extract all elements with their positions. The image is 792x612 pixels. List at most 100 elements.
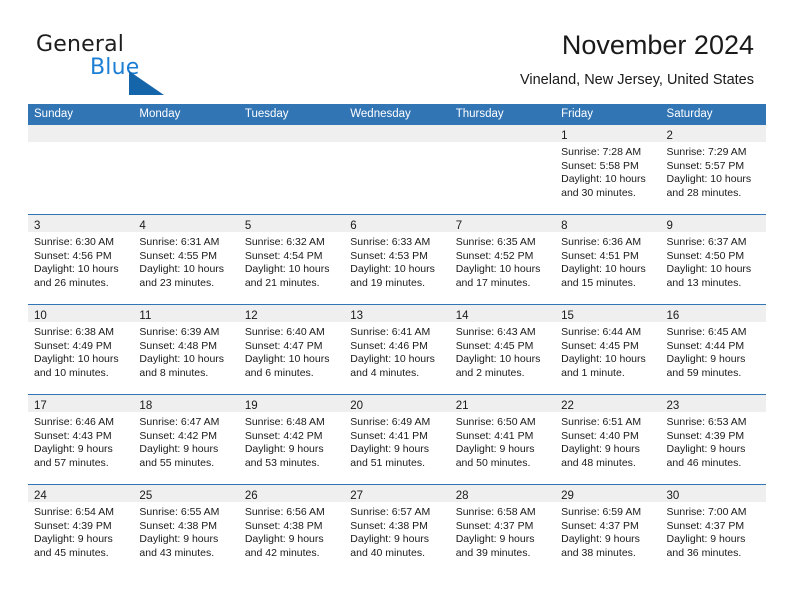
daylight-text-line1: Daylight: 10 hours: [350, 263, 435, 276]
daylight-text-line1: Daylight: 10 hours: [350, 353, 435, 366]
day-number-band: 6: [344, 215, 450, 232]
sunrise-text: Sunrise: 6:55 AM: [139, 506, 220, 518]
day-cell-15[interactable]: 15 Sunrise: 6:44 AM Sunset: 4:45 PM Dayligh…: [555, 305, 661, 394]
daylight-text-line2: and 45 minutes.: [34, 546, 109, 559]
daylight-text-line1: Daylight: 10 hours: [244, 263, 330, 276]
daylight-text-line2: and 4 minutes.: [350, 366, 420, 379]
day-cell-2[interactable]: 2 Sunrise: 7:29 AM Sunset: 5:57 PM Daylight…: [660, 125, 766, 214]
daylight-text-line1: Daylight: 9 hours: [455, 443, 535, 456]
day-cell-17[interactable]: 17 Sunrise: 6:46 AM Sunset: 4:43 PM Dayligh…: [28, 395, 134, 484]
day-cell-1[interactable]: 1 Sunrise: 7:28 AM Sunset: 5:58 PM Daylight…: [555, 125, 661, 214]
daylight-text-line1: Daylight: 10 hours: [455, 263, 541, 276]
sunrise-text: Sunrise: 6:30 AM: [34, 236, 114, 248]
day-cell-20[interactable]: 20 Sunrise: 6:49 AM Sunset: 4:41 PM Dayligh…: [344, 395, 450, 484]
day-cell-18[interactable]: 18 Sunrise: 6:47 AM Sunset: 4:42 PM Dayligh…: [133, 395, 239, 484]
day-cell-25[interactable]: 25 Sunrise: 6:55 AM Sunset: 4:38 PM Dayligh…: [133, 485, 239, 575]
day-cell-9[interactable]: 9 Sunrise: 6:37 AM Sunset: 4:50 PM Daylight…: [660, 215, 766, 304]
day-cell-empty: [449, 125, 556, 214]
day-cell-6[interactable]: 6 Sunrise: 6:33 AM Sunset: 4:53 PM Daylight…: [344, 215, 450, 304]
day-cell-29[interactable]: 29 Sunrise: 6:59 AM Sunset: 4:37 PM Dayligh…: [555, 485, 661, 575]
sunset-text: Sunset: 4:53 PM: [350, 249, 428, 262]
day-sun-info: Sunrise: 6:33 AM Sunset: 4:53 PM Daylight:…: [344, 232, 449, 290]
day-cell-13[interactable]: 13 Sunrise: 6:41 AM Sunset: 4:46 PM Dayligh…: [344, 305, 450, 394]
page-header: General Blue November 2024 Vineland, New…: [0, 0, 792, 100]
day-sun-info: Sunrise: 6:40 AM Sunset: 4:47 PM Daylight:…: [239, 322, 344, 380]
day-cell-5[interactable]: 5 Sunrise: 6:32 AM Sunset: 4:54 PM Daylight…: [238, 215, 345, 304]
day-sun-info: Sunrise: 6:44 AM Sunset: 4:45 PM Daylight:…: [555, 322, 660, 380]
sunrise-text: Sunrise: 6:33 AM: [350, 236, 431, 248]
day-cell-16[interactable]: 16 Sunrise: 6:45 AM Sunset: 4:44 PM Dayligh…: [660, 305, 766, 394]
day-cell-19[interactable]: 19 Sunrise: 6:48 AM Sunset: 4:42 PM Dayligh…: [238, 395, 345, 484]
general-blue-logo[interactable]: General Blue: [36, 32, 246, 95]
day-cell-27[interactable]: 27 Sunrise: 6:57 AM Sunset: 4:38 PM Dayligh…: [344, 485, 450, 575]
sunrise-text: Sunrise: 6:48 AM: [244, 416, 325, 428]
daylight-text-line2: and 1 minute.: [561, 366, 625, 379]
day-cell-21[interactable]: 21 Sunrise: 6:50 AM Sunset: 4:41 PM Dayligh…: [449, 395, 556, 484]
day-sun-info: Sunrise: 6:36 AM Sunset: 4:51 PM Daylight:…: [555, 232, 660, 290]
sunset-text: Sunset: 4:37 PM: [666, 519, 745, 532]
daylight-text-line2: and 15 minutes.: [561, 276, 636, 289]
daylight-text-line2: and 30 minutes.: [561, 186, 636, 199]
daylight-text-line1: Daylight: 9 hours: [666, 533, 746, 546]
sunset-text: Sunset: 4:38 PM: [244, 519, 323, 532]
daylight-text-line2: and 17 minutes.: [455, 276, 531, 289]
day-cell-7[interactable]: 7 Sunrise: 6:35 AM Sunset: 4:52 PM Daylight…: [449, 215, 556, 304]
day-sun-info: Sunrise: 6:46 AM Sunset: 4:43 PM Daylight:…: [28, 412, 133, 470]
day-cell-11[interactable]: 11 Sunrise: 6:39 AM Sunset: 4:48 PM Dayligh…: [133, 305, 239, 394]
day-number-band: 24: [28, 485, 134, 502]
daylight-text-line1: Daylight: 9 hours: [561, 443, 640, 456]
sunrise-text: Sunrise: 6:56 AM: [244, 506, 325, 518]
sunrise-text: Sunrise: 6:40 AM: [244, 326, 325, 338]
day-number-band: 19: [238, 395, 345, 412]
day-number-band: 16: [660, 305, 766, 322]
day-cell-8[interactable]: 8 Sunrise: 6:36 AM Sunset: 4:51 PM Daylight…: [555, 215, 661, 304]
day-sun-info: Sunrise: 7:00 AM Sunset: 4:37 PM Daylight:…: [661, 502, 766, 560]
weekday-header-tuesday: Tuesday: [244, 108, 289, 120]
daylight-text-line1: Daylight: 9 hours: [34, 443, 113, 456]
sunrise-text: Sunrise: 6:47 AM: [139, 416, 220, 428]
day-cell-23[interactable]: 23 Sunrise: 6:53 AM Sunset: 4:39 PM Dayligh…: [660, 395, 766, 484]
sunset-text: Sunset: 4:41 PM: [350, 429, 428, 442]
daylight-text-line2: and 19 minutes.: [350, 276, 425, 289]
day-cell-26[interactable]: 26 Sunrise: 6:56 AM Sunset: 4:38 PM Dayligh…: [238, 485, 345, 575]
day-number-band: 26: [238, 485, 345, 502]
day-number-band: [133, 125, 239, 142]
day-cell-24[interactable]: 24 Sunrise: 6:54 AM Sunset: 4:39 PM Dayligh…: [28, 485, 134, 575]
daylight-text-line1: Daylight: 9 hours: [244, 443, 324, 456]
day-sun-info: Sunrise: 6:41 AM Sunset: 4:46 PM Daylight:…: [344, 322, 449, 380]
day-number: 2: [666, 130, 673, 142]
day-cell-14[interactable]: 14 Sunrise: 6:43 AM Sunset: 4:45 PM Dayligh…: [449, 305, 556, 394]
sunset-text: Sunset: 5:57 PM: [666, 159, 745, 172]
daylight-text-line2: and 38 minutes.: [561, 546, 636, 559]
sunset-text: Sunset: 4:45 PM: [455, 339, 534, 352]
sunrise-text: Sunrise: 6:50 AM: [455, 416, 536, 428]
day-number: 23: [666, 400, 680, 412]
daylight-text-line2: and 10 minutes.: [34, 366, 109, 379]
day-cell-3[interactable]: 3 Sunrise: 6:30 AM Sunset: 4:56 PM Daylight…: [28, 215, 134, 304]
sunset-text: Sunset: 4:50 PM: [666, 249, 745, 262]
day-number: 26: [244, 490, 258, 502]
day-cell-30[interactable]: 30 Sunrise: 7:00 AM Sunset: 4:37 PM Dayligh…: [660, 485, 766, 575]
sunset-text: Sunset: 5:58 PM: [561, 159, 639, 172]
day-cell-4[interactable]: 4 Sunrise: 6:31 AM Sunset: 4:55 PM Daylight…: [133, 215, 239, 304]
day-number: 27: [350, 490, 364, 502]
day-number-band: [28, 125, 134, 142]
daylight-text-line2: and 6 minutes.: [244, 366, 314, 379]
day-cell-22[interactable]: 22 Sunrise: 6:51 AM Sunset: 4:40 PM Dayligh…: [555, 395, 661, 484]
sunset-text: Sunset: 4:45 PM: [561, 339, 639, 352]
day-cell-10[interactable]: 10 Sunrise: 6:38 AM Sunset: 4:49 PM Dayligh…: [28, 305, 134, 394]
day-number: 8: [561, 220, 568, 232]
day-sun-info: Sunrise: 6:53 AM Sunset: 4:39 PM Daylight:…: [661, 412, 766, 470]
day-sun-info: Sunrise: 6:45 AM Sunset: 4:44 PM Daylight:…: [661, 322, 766, 380]
day-number-band: 29: [555, 485, 661, 502]
day-cell-12[interactable]: 12 Sunrise: 6:40 AM Sunset: 4:47 PM Dayligh…: [238, 305, 345, 394]
daylight-text-line1: Daylight: 9 hours: [455, 533, 535, 546]
day-number: 30: [666, 490, 680, 502]
daylight-text-line2: and 23 minutes.: [139, 276, 215, 289]
day-cell-28[interactable]: 28 Sunrise: 6:58 AM Sunset: 4:37 PM Dayligh…: [449, 485, 556, 575]
weekday-header-wednesday: Wednesday: [350, 108, 411, 120]
daylight-text-line2: and 8 minutes.: [139, 366, 209, 379]
day-number: 12: [244, 310, 258, 322]
weekday-header-friday: Friday: [561, 108, 594, 120]
sunrise-text: Sunrise: 6:35 AM: [455, 236, 536, 248]
